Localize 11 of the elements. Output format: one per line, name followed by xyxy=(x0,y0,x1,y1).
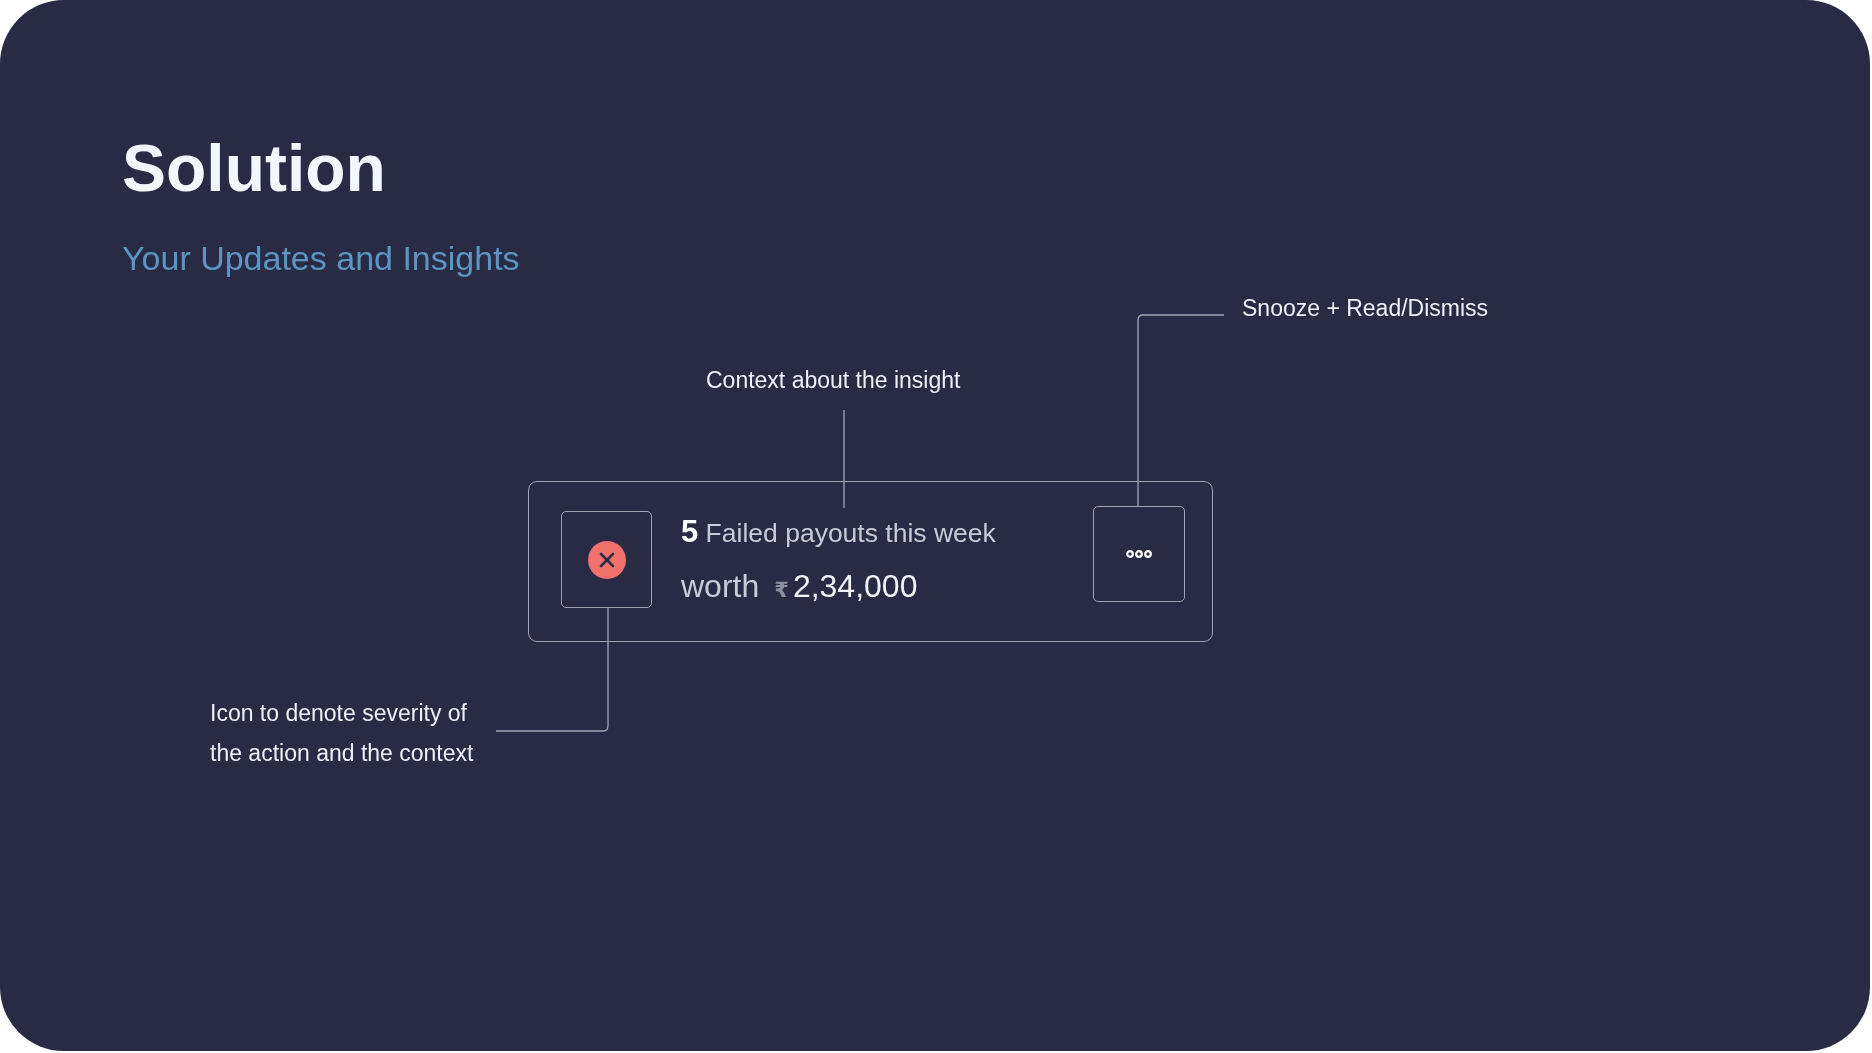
slide-title: Solution xyxy=(122,135,386,201)
annotation-text: Snooze + Read/Dismiss xyxy=(1242,294,1489,323)
insight-headline: 5 Failed payouts this week xyxy=(681,513,996,551)
annotation-text: Context about the insight xyxy=(706,366,961,395)
slide-subtitle: Your Updates and Insights xyxy=(122,238,520,278)
more-button[interactable] xyxy=(1093,506,1185,602)
more-icon xyxy=(1126,550,1152,558)
currency-symbol: ₹ xyxy=(774,577,789,604)
amount-label: worth xyxy=(681,567,760,606)
amount-value: 2,34,000 xyxy=(792,567,918,606)
annotation-text: Icon to denote severity of the action and the context xyxy=(210,699,475,768)
